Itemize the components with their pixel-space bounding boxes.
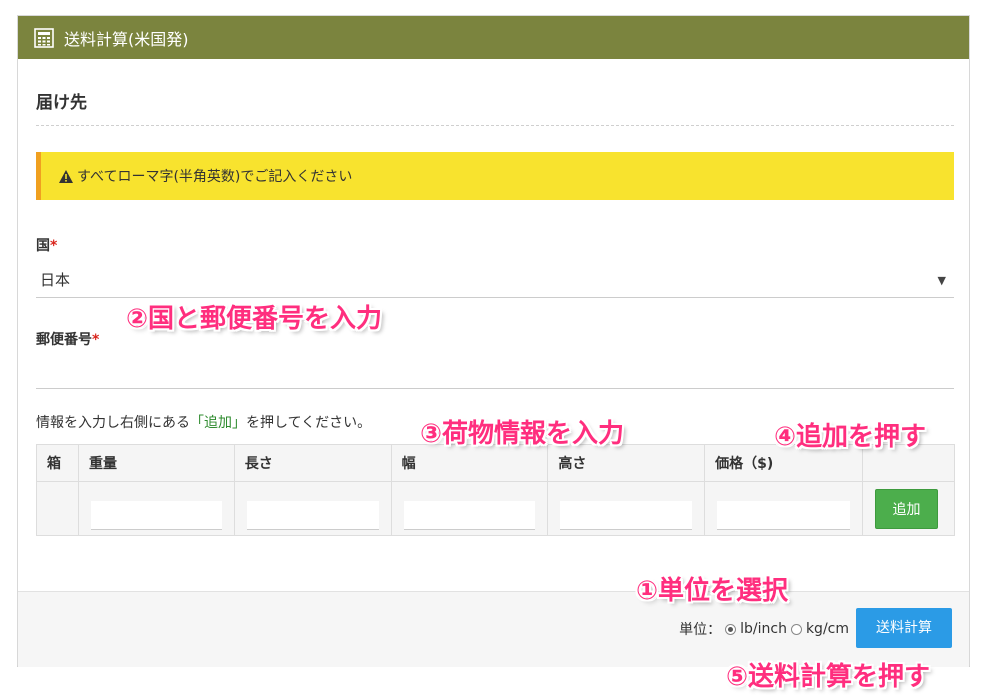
- unit-selector: 単位： lb/inch kg/cm: [679, 619, 849, 639]
- header-height: 高さ: [547, 444, 706, 482]
- postal-label-text: 郵便番号: [36, 332, 92, 348]
- postal-label: 郵便番号*: [36, 329, 99, 349]
- panel-header: 送料計算(米国発): [18, 16, 969, 59]
- box-cell: [36, 481, 79, 536]
- annotation-step2: ②国と郵便番号を入力: [126, 304, 383, 334]
- annotation-step1: ①単位を選択: [636, 576, 789, 606]
- price-cell: [704, 481, 863, 536]
- alert-text: すべてローマ字(半角英数)でご記入ください: [77, 169, 353, 185]
- height-cell: [547, 481, 706, 536]
- annotation-step4: ④追加を押す: [774, 422, 927, 452]
- add-button[interactable]: 追加: [874, 488, 938, 529]
- required-mark: *: [92, 332, 100, 348]
- divider: [36, 125, 954, 126]
- length-cell: [233, 481, 392, 536]
- unit-option-lb-inch: lb/inch: [740, 621, 787, 637]
- header-weight: 重量: [77, 444, 235, 482]
- length-input[interactable]: [246, 501, 379, 530]
- country-label-text: 国: [36, 238, 50, 254]
- instruction-text: 情報を入力し右側にある「追加」を押してください。: [36, 412, 371, 432]
- country-select[interactable]: 日本 ▼: [36, 261, 954, 298]
- table-row: 追加: [36, 481, 956, 536]
- romaji-alert: すべてローマ字(半角英数)でご記入ください: [36, 152, 954, 200]
- required-mark: *: [50, 238, 58, 254]
- height-input[interactable]: [560, 501, 693, 530]
- unit-label: 単位：: [679, 622, 722, 638]
- unit-option-kg-cm: kg/cm: [805, 621, 849, 637]
- width-input[interactable]: [403, 501, 536, 530]
- instruction-suffix: を押してください。: [246, 415, 372, 431]
- unit-radio-lb-inch[interactable]: [725, 623, 737, 635]
- weight-cell: [77, 481, 235, 536]
- instruction-prefix: 情報を入力し右側にある: [36, 415, 190, 431]
- unit-radio-kg-cm[interactable]: [790, 623, 802, 635]
- width-cell: [390, 481, 549, 536]
- warning-icon: [59, 169, 73, 183]
- price-input[interactable]: [717, 501, 850, 530]
- header-length: 長さ: [233, 444, 392, 482]
- panel-title: 送料計算(米国発): [64, 29, 189, 49]
- calculate-shipping-button[interactable]: 送料計算: [856, 608, 952, 648]
- section-title: 届け先: [36, 93, 87, 113]
- action-cell: 追加: [861, 481, 956, 536]
- country-label: 国*: [36, 235, 57, 255]
- shipping-calculator-panel: 送料計算(米国発) 届け先 すべてローマ字(半角英数)でご記入ください 国* 日…: [17, 15, 970, 667]
- annotation-step5: ⑤送料計算を押す: [726, 662, 931, 692]
- calculator-icon: [34, 27, 54, 48]
- caret-down-icon: ▼: [937, 274, 946, 287]
- postal-code-input[interactable]: [36, 356, 954, 389]
- annotation-step3: ③荷物情報を入力: [420, 419, 625, 449]
- header-width: 幅: [390, 444, 549, 482]
- package-table: 箱 重量 長さ 幅 高さ 価格（$) 追加: [36, 444, 956, 536]
- header-box: 箱: [36, 444, 79, 482]
- instruction-add-link: 「追加」: [190, 415, 246, 431]
- weight-input[interactable]: [90, 501, 222, 530]
- country-selected-value: 日本: [40, 270, 71, 289]
